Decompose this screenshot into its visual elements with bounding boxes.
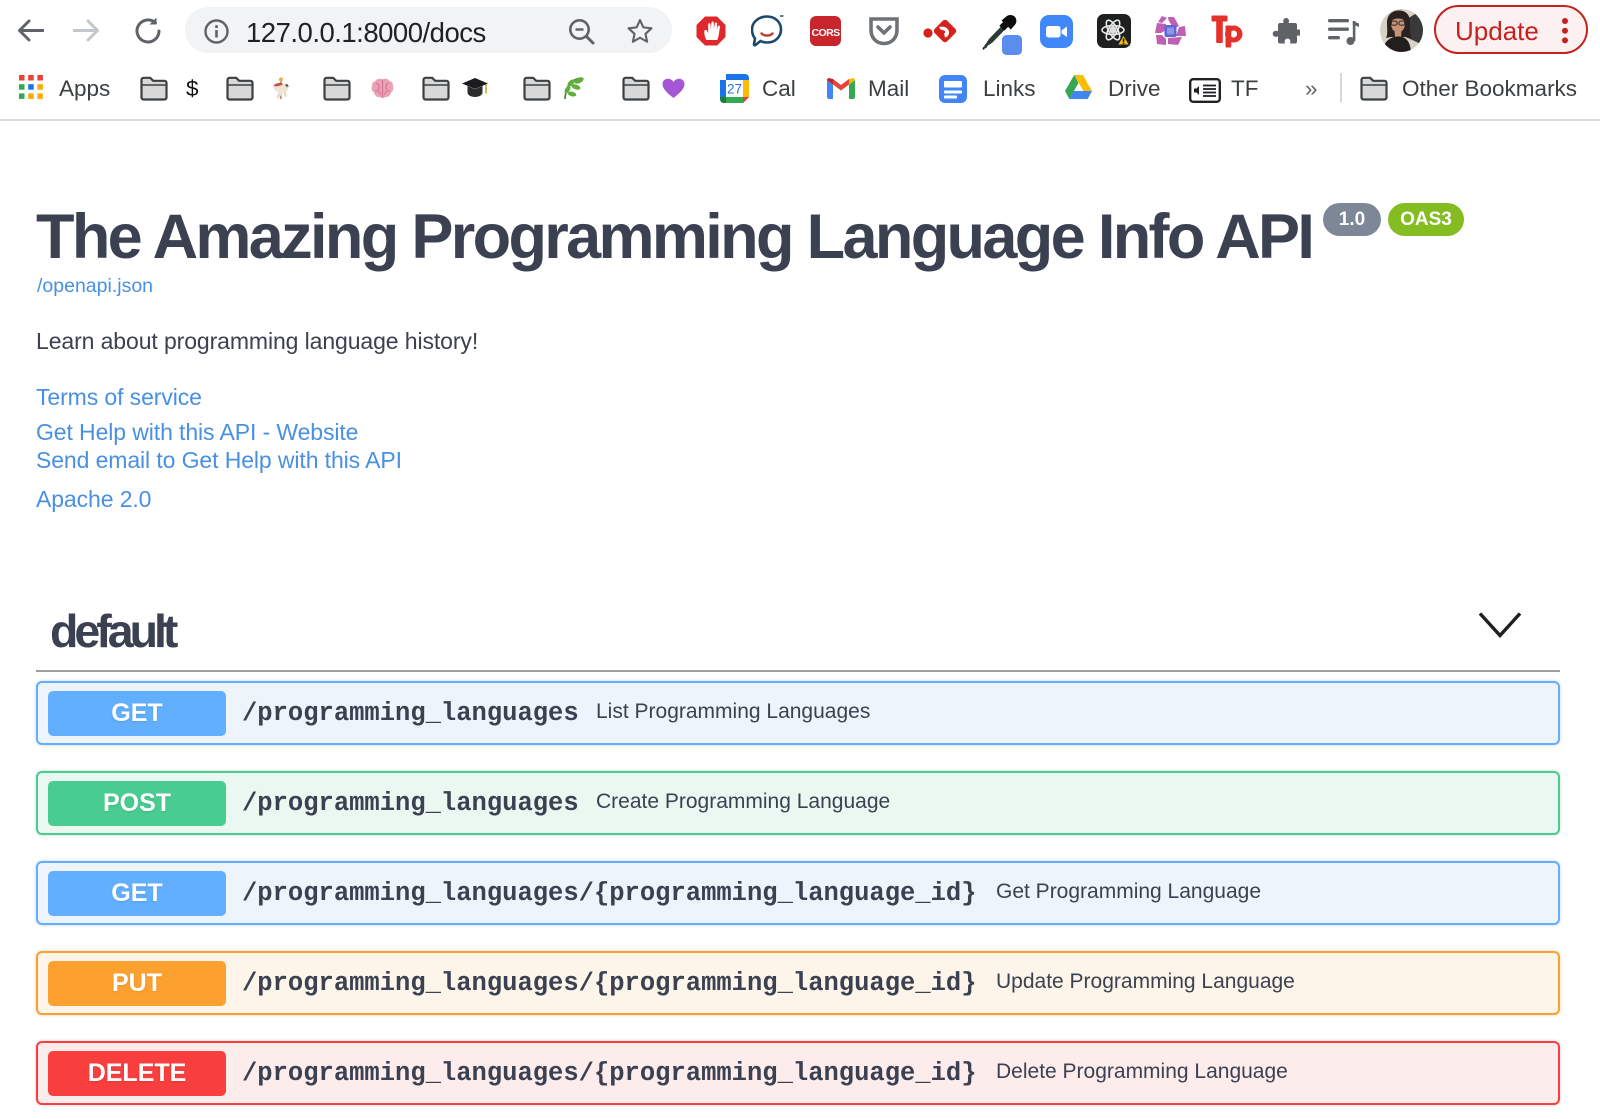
svg-text:CORS: CORS — [812, 27, 841, 39]
svg-text:27: 27 — [727, 82, 742, 97]
